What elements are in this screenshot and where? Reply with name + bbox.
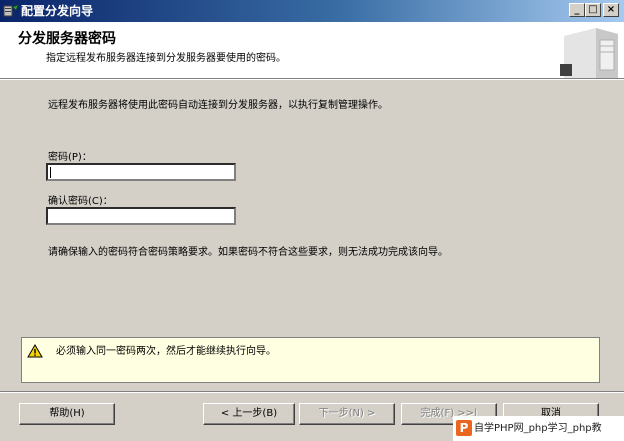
page-title: 分发服务器密码 [18,31,116,47]
password-input[interactable] [46,163,236,181]
app-icon [3,4,19,17]
next-button[interactable]: 下一步(N) > [299,403,395,425]
maximize-button[interactable]: □ [585,3,601,17]
page-subtitle: 指定远程发布服务器连接到分发服务器要使用的密码。 [46,53,286,64]
title-bar: 配置分发向导 _ □ × [0,0,624,22]
server-icon [560,28,618,78]
password-label: 密码(P)： [48,152,92,163]
back-button[interactable]: < 上一步(B) [203,403,295,425]
warning-icon [27,344,43,358]
wizard-header: 分发服务器密码 指定远程发布服务器连接到分发服务器要使用的密码。 [0,22,624,78]
close-button[interactable]: × [603,3,619,17]
intro-text: 远程发布服务器将使用此密码自动连接到分发服务器，以执行复制管理操作。 [48,100,388,111]
window-title: 配置分发向导 [21,4,94,18]
help-button[interactable]: 帮助(H) [19,403,115,425]
confirm-password-label: 确认密码(C)： [48,196,113,207]
message-text: 必须输入同一密码两次，然后才能继续执行向导。 [56,346,276,357]
policy-note: 请确保输入的密码符合密码策略要求。如果密码不符合这些要求，则无法成功完成该向导。 [48,247,448,258]
php-logo-icon: P [456,420,472,436]
text-caret [50,167,51,178]
watermark: P 自学PHP网_php学习_php教 [453,416,624,441]
message-box: 必须输入同一密码两次，然后才能继续执行向导。 [21,337,600,383]
minimize-button[interactable]: _ [569,3,585,17]
confirm-password-input[interactable] [46,207,236,225]
watermark-text: 自学PHP网_php学习_php教 [474,423,602,434]
